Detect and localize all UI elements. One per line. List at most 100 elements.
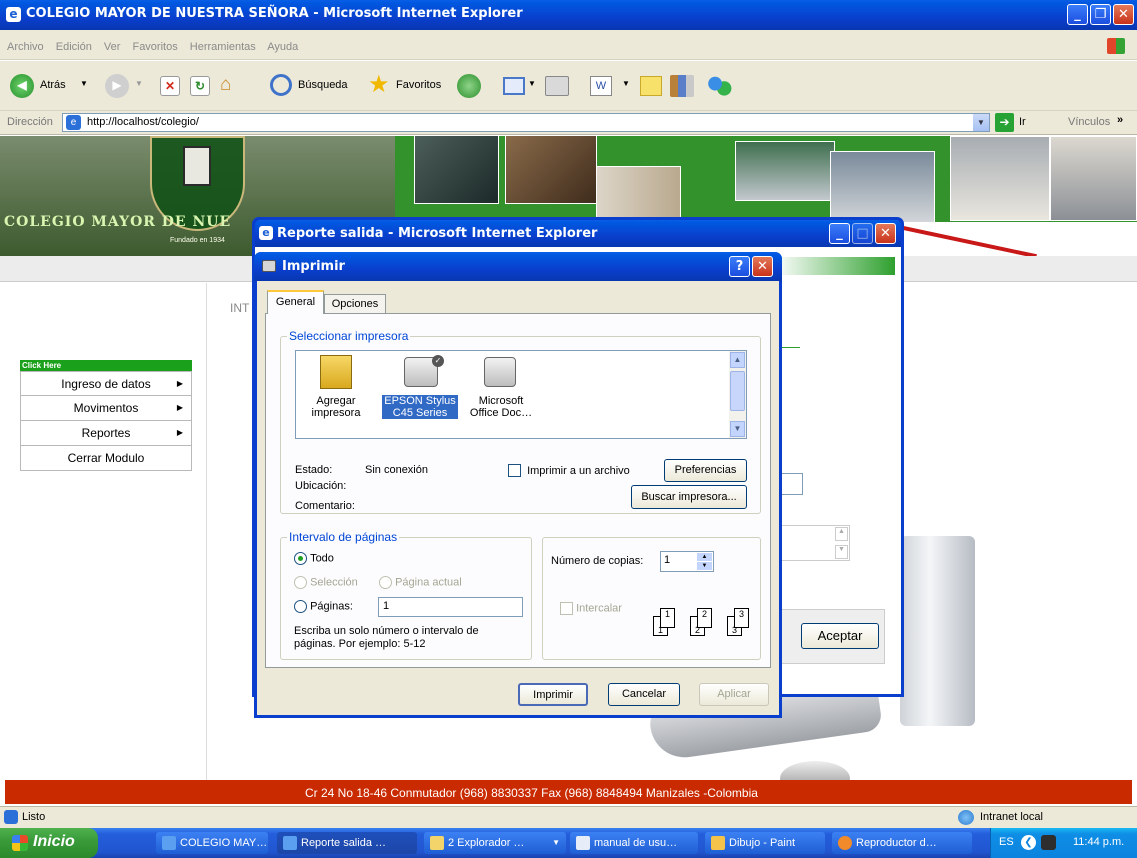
spin-down-icon[interactable]: ▼ (697, 562, 712, 570)
edit-chevron-icon[interactable]: ▼ (622, 79, 630, 88)
menu-favoritos[interactable]: Favoritos (132, 41, 177, 53)
line1: Microsoft (478, 395, 524, 407)
tray-expand-icon[interactable]: ❮ (1021, 835, 1036, 850)
menu-item-cerrar-modulo[interactable]: Cerrar Modulo (20, 446, 192, 471)
menu-ver[interactable]: Ver (104, 41, 121, 53)
scroll-thumb[interactable] (730, 371, 745, 411)
edit-word-icon[interactable]: W (590, 76, 612, 96)
menu-edicion[interactable]: Edición (56, 41, 92, 53)
page-range-label: Intervalo de páginas (287, 530, 400, 544)
print-to-file-checkbox[interactable]: Imprimir a un archivo (508, 464, 630, 477)
copies-value: 1 (664, 554, 671, 566)
radio-current-page-label: Página actual (395, 576, 462, 589)
aceptar-button[interactable]: Aceptar (801, 623, 879, 649)
popup-close-button[interactable]: ✕ (875, 223, 896, 244)
home-button[interactable]: ⌂ (220, 74, 244, 96)
task-label: Reporte salida … (301, 837, 386, 849)
address-dropdown-icon[interactable]: ▼ (973, 114, 989, 131)
printer-list[interactable]: Agregar impresora ✓ EPSON Stylus C45 Serie… (295, 350, 747, 439)
minimize-button[interactable]: _ (1067, 4, 1088, 25)
scroll-down-icon[interactable]: ▼ (730, 421, 745, 437)
start-button[interactable]: Inicio (0, 828, 98, 858)
banner-photo-classroom (1050, 136, 1137, 221)
popup-titlebar[interactable]: e Reporte salida - Microsoft Internet Ex… (255, 220, 901, 247)
scroll-up-icon[interactable]: ▲ (730, 352, 745, 368)
radio-pages[interactable]: Páginas: (294, 600, 353, 613)
find-printer-button[interactable]: Buscar impresora... (631, 485, 747, 509)
printer-epson[interactable]: ✓ EPSON Stylus C45 Series (382, 355, 458, 435)
restore-button[interactable]: ❐ (1090, 4, 1111, 25)
task-reproductor[interactable]: Reproductor d… (832, 832, 972, 854)
ie-icon (283, 836, 297, 850)
links-label[interactable]: Vínculos (1068, 116, 1110, 128)
language-indicator[interactable]: ES (999, 836, 1014, 848)
print-dialog-close-button[interactable]: ✕ (752, 256, 773, 277)
popup-maximize-button[interactable]: □ (852, 223, 873, 244)
pages-input[interactable]: 1 (378, 597, 523, 617)
task-reporte-salida[interactable]: Reporte salida … (277, 832, 417, 854)
research-icon[interactable] (670, 75, 694, 97)
chevron-down-icon: ▼ (80, 79, 88, 88)
radio-all[interactable]: Todo (294, 552, 334, 565)
discuss-icon[interactable] (640, 76, 662, 96)
popup-green-header (775, 257, 895, 275)
close-button[interactable]: ✕ (1113, 4, 1134, 25)
spin-up-icon[interactable]: ▲ (697, 553, 712, 561)
menu-archivo[interactable]: Archivo (7, 41, 44, 53)
footer-text: Cr 24 No 18-46 Conmutador (968) 8830337 … (305, 786, 758, 800)
back-label: Atrás (40, 79, 66, 91)
printer-office-doc[interactable]: Microsoft Office Doc… (466, 355, 536, 435)
browser-titlebar[interactable]: e COLEGIO MAYOR DE NUESTRA SEÑORA - Micr… (0, 0, 1137, 30)
address-input[interactable]: e http://localhost/colegio/ ▼ (62, 113, 990, 132)
search-label: Búsqueda (298, 79, 348, 91)
print-icon[interactable] (545, 76, 569, 96)
scroll-down-icon[interactable]: ▼ (835, 545, 848, 559)
caret-right-icon: ▶ (176, 379, 183, 388)
messenger-icon[interactable] (706, 74, 732, 98)
task-paint[interactable]: Dibujo - Paint (705, 832, 825, 854)
links-chevron-icon[interactable]: » (1117, 114, 1123, 126)
popup-minimize-button[interactable]: _ (829, 223, 850, 244)
menu-item-label: Movimentos (73, 401, 139, 415)
collate-checkbox[interactable]: Intercalar (560, 602, 622, 615)
history-icon[interactable] (457, 74, 481, 98)
forward-button[interactable]: ▶ (105, 74, 129, 98)
printer-agregar[interactable]: Agregar impresora (306, 355, 366, 435)
mail-chevron-icon[interactable]: ▼ (528, 79, 536, 88)
menu-herramientas[interactable]: Herramientas (190, 41, 256, 53)
copies-stepper[interactable]: 1 ▲ ▼ (660, 551, 714, 572)
refresh-button[interactable]: ↻ (190, 76, 210, 96)
task-manual[interactable]: manual de usu… (570, 832, 698, 854)
radio-current-page[interactable]: Página actual (379, 576, 462, 589)
popup-textarea[interactable]: ▲ ▼ (775, 525, 850, 561)
windows-logo-icon (1107, 38, 1125, 54)
printer-list-scrollbar[interactable]: ▲ ▼ (729, 351, 746, 438)
line1: EPSON Stylus (384, 395, 456, 407)
zone-text: Intranet local (980, 811, 1043, 823)
print-button[interactable]: Imprimir (518, 683, 588, 706)
scroll-up-icon[interactable]: ▲ (835, 527, 848, 541)
tab-general[interactable]: General (267, 290, 324, 314)
help-button[interactable]: ? (729, 256, 750, 277)
address-label: Dirección (7, 116, 53, 128)
menu-ayuda[interactable]: Ayuda (267, 41, 298, 53)
tab-general-label: General (275, 296, 316, 308)
radio-selection[interactable]: Selección (294, 576, 358, 589)
stop-button[interactable]: ✕ (160, 76, 180, 96)
menu-item-movimentos[interactable]: Movimentos ▶ (20, 396, 192, 421)
menu-item-ingreso-de-datos[interactable]: Ingreso de datos ▶ (20, 371, 192, 396)
apply-button[interactable]: Aplicar (699, 683, 769, 706)
menu-item-reportes[interactable]: Reportes ▶ (20, 421, 192, 446)
cancel-button[interactable]: Cancelar (608, 683, 680, 706)
side-menu: Click Here Ingreso de datos ▶ Movimentos ▶… (20, 360, 192, 471)
banner-photo-library (505, 136, 597, 204)
print-dialog-titlebar[interactable]: Imprimir ? ✕ (254, 252, 782, 281)
page-done-icon (4, 810, 18, 824)
tab-opciones[interactable]: Opciones (324, 294, 386, 314)
task-explorador[interactable]: 2 Explorador … ▼ (424, 832, 566, 854)
security-tray-icon[interactable] (1041, 835, 1056, 850)
line2: impresora (311, 407, 361, 419)
mail-icon[interactable] (503, 77, 525, 95)
preferences-button[interactable]: Preferencias (664, 459, 747, 482)
task-colegio[interactable]: COLEGIO MAY… (156, 832, 268, 854)
